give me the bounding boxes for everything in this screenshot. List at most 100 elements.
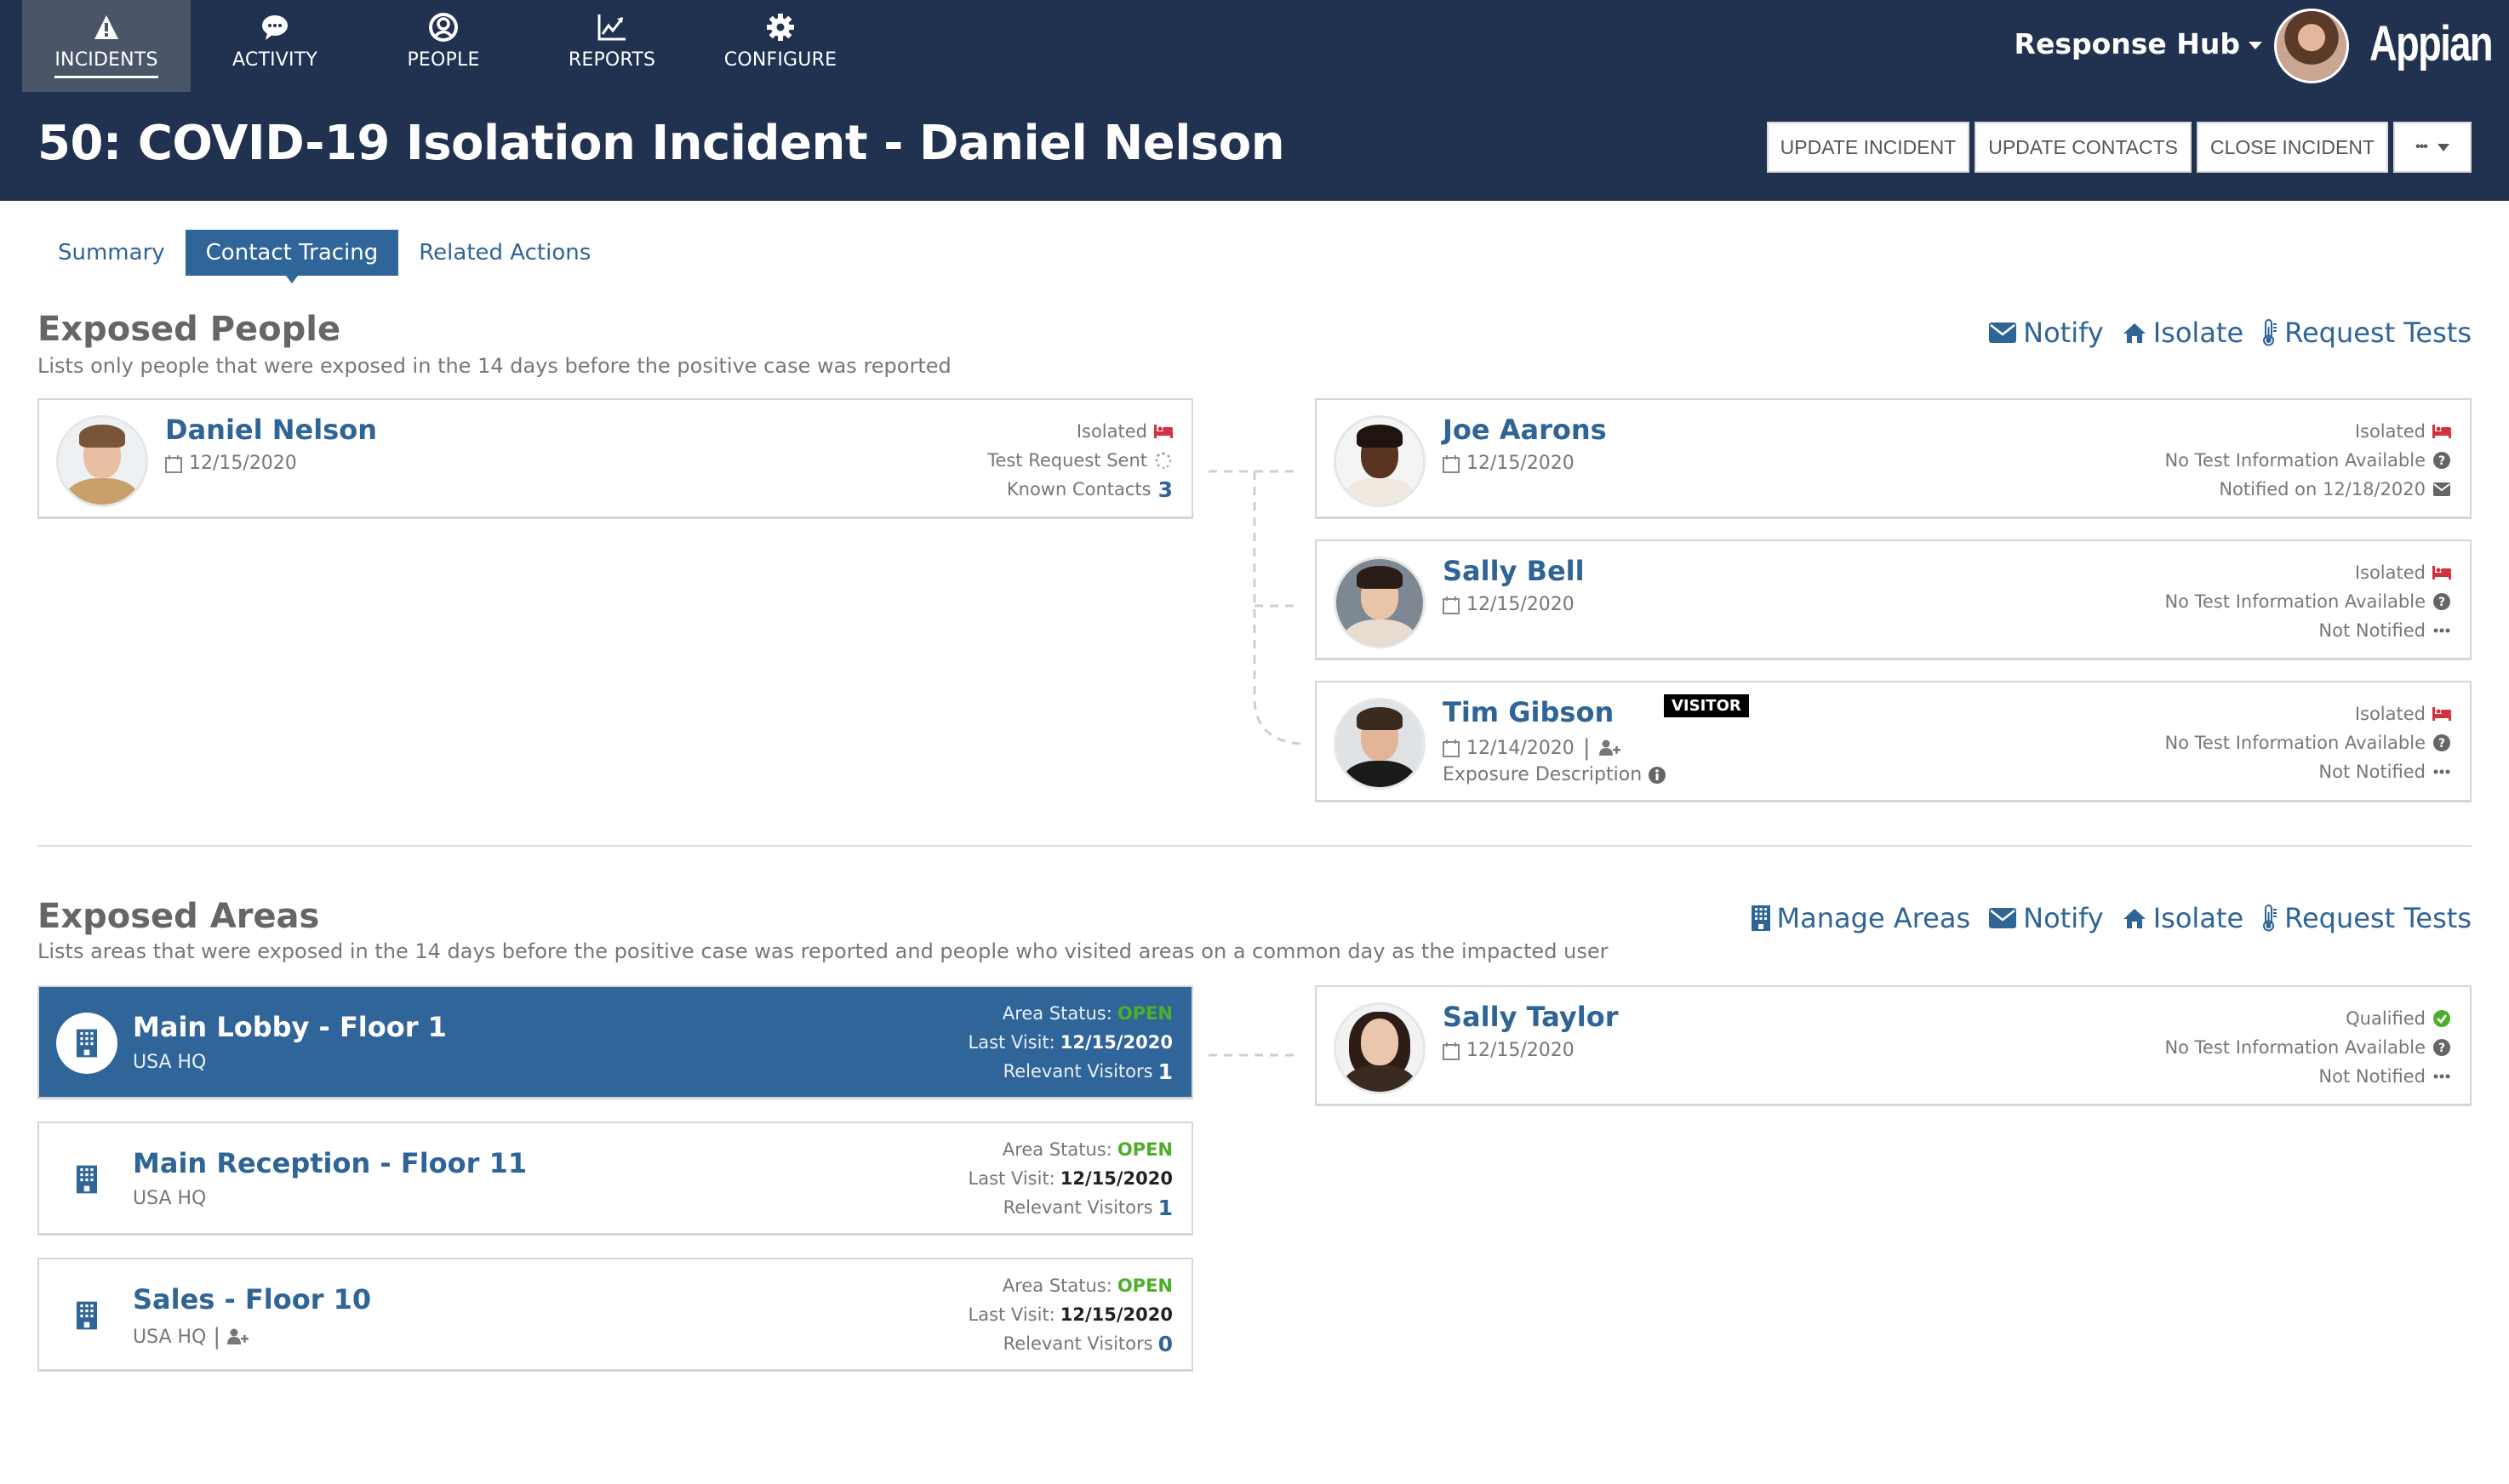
isolate-link[interactable]: Isolate	[2123, 317, 2243, 349]
nav-activity[interactable]: ACTIVITY	[191, 0, 359, 92]
area-name[interactable]: Sales - Floor 10	[133, 1283, 371, 1316]
notify-link[interactable]: Notify	[1989, 902, 2104, 934]
area-status: Area Status: OPEN	[969, 1135, 1173, 1164]
tab-contact-tracing[interactable]: Contact Tracing	[185, 230, 399, 283]
nav-incidents[interactable]: INCIDENTS	[22, 0, 191, 92]
exposed-people-title: Exposed People	[37, 310, 341, 349]
nav-label: PEOPLE	[407, 49, 480, 71]
area-name[interactable]: Main Lobby - Floor 1	[133, 1011, 447, 1043]
exposed-areas-subtitle: Lists areas that were exposed in the 14 …	[37, 939, 1609, 963]
location-text: USA HQ	[133, 1052, 207, 1073]
visitor-badge: VISITOR	[1664, 694, 1749, 717]
area-card[interactable]: Sales - Floor 10 USA HQ | Area Status: OP…	[37, 1258, 1193, 1372]
person-name[interactable]: Daniel Nelson	[165, 414, 377, 446]
person-name[interactable]: Joe Aarons	[1443, 414, 1607, 446]
known-contacts-count[interactable]: 3	[1158, 477, 1173, 502]
user-avatar[interactable]	[2274, 9, 2349, 83]
label: Relevant Visitors	[1003, 1197, 1153, 1218]
update-contacts-button[interactable]: UPDATE CONTACTS	[1975, 122, 2192, 173]
more-actions-button[interactable]: •••	[2393, 122, 2472, 173]
test-status: Test Request Sent	[987, 446, 1173, 475]
nav-people[interactable]: PEOPLE	[359, 0, 528, 92]
exposed-areas-title: Exposed Areas	[37, 897, 320, 936]
building-icon	[77, 1165, 97, 1194]
appian-logo[interactable]: Appian	[2369, 15, 2494, 72]
exposure-description-text: Exposure Description	[1443, 764, 1643, 785]
known-contacts: Known Contacts 3	[987, 475, 1173, 504]
ellipsis-icon	[2432, 627, 2451, 634]
contact-card[interactable]: Tim Gibson VISITOR 12/14/2020 | Exposure…	[1315, 681, 2472, 802]
label: Area Status:	[1002, 1003, 1112, 1024]
person-name[interactable]: Sally Taylor	[1443, 1001, 1618, 1033]
notify-status: Not Notified	[2164, 757, 2451, 786]
svg-text:?: ?	[2438, 596, 2445, 609]
visitor-card[interactable]: Sally Taylor 12/15/2020 Qualified No Tes…	[1315, 985, 2472, 1106]
index-case-card[interactable]: Daniel Nelson 12/15/2020 Isolated Test R…	[37, 398, 1193, 519]
status-text: No Test Information Available	[2164, 591, 2426, 612]
label: Area Status:	[1002, 1139, 1112, 1160]
line-chart-icon	[595, 10, 629, 44]
manage-areas-link[interactable]: Manage Areas	[1751, 902, 1970, 934]
envelope-icon	[1989, 908, 2017, 928]
notify-label: Notify	[2023, 317, 2104, 349]
calendar-icon	[1443, 739, 1460, 757]
area-status-column: Area Status: OPEN Last Visit: 12/15/2020 R…	[969, 999, 1173, 1086]
tab-summary[interactable]: Summary	[37, 230, 186, 276]
location-text: USA HQ	[133, 1326, 207, 1348]
request-tests-link[interactable]: Request Tests	[2262, 902, 2472, 934]
notify-status: Not Notified	[2164, 616, 2451, 645]
notify-link[interactable]: Notify	[1989, 317, 2104, 349]
exposure-description[interactable]: Exposure Description	[1443, 764, 1666, 785]
caret-down-icon	[2249, 42, 2262, 49]
person-name[interactable]: Tim Gibson	[1443, 696, 1614, 728]
header-actions: UPDATE INCIDENT UPDATE CONTACTS CLOSE IN…	[1766, 122, 2472, 173]
caret-down-icon	[2437, 143, 2449, 151]
exposed-areas-actions: Manage Areas Notify Isolate Request Test…	[1751, 902, 2472, 934]
area-icon	[56, 1149, 117, 1210]
status-text: Not Notified	[2318, 620, 2426, 641]
tab-bar: Summary Contact Tracing Related Actions	[37, 230, 611, 283]
update-incident-button[interactable]: UPDATE INCIDENT	[1766, 122, 1970, 173]
status-text: Notified on 12/18/2020	[2219, 479, 2426, 499]
label: Relevant Visitors	[1003, 1333, 1153, 1354]
gear-icon	[763, 10, 797, 44]
site-switcher[interactable]: Response Hub	[2015, 27, 2262, 60]
user-circle-icon	[426, 10, 460, 44]
visitors-count[interactable]: 0	[1158, 1332, 1173, 1356]
notify-label: Notify	[2023, 902, 2104, 934]
status-text: Known Contacts	[1006, 479, 1152, 499]
svg-text:?: ?	[2438, 737, 2445, 751]
area-card[interactable]: Main Lobby - Floor 1 USA HQ Area Status:…	[37, 985, 1193, 1099]
status-column: Isolated No Test Information Available ?…	[2164, 558, 2451, 645]
contact-card[interactable]: Sally Bell 12/15/2020 Isolated No Test I…	[1315, 539, 2472, 660]
status-text: Isolated	[2354, 421, 2426, 442]
avatar	[56, 415, 148, 507]
tab-related-actions[interactable]: Related Actions	[398, 230, 611, 276]
close-incident-button[interactable]: CLOSE INCIDENT	[2197, 122, 2388, 173]
date-text: 12/15/2020	[1466, 453, 1575, 474]
notify-status: Notified on 12/18/2020	[2164, 475, 2451, 504]
request-tests-link[interactable]: Request Tests	[2262, 317, 2472, 349]
isolation-status: Isolated	[2164, 699, 2451, 728]
check-circle-icon	[2432, 1010, 2451, 1027]
visitors-count[interactable]: 1	[1158, 1059, 1173, 1084]
last-visit: Last Visit: 12/15/2020	[969, 1028, 1173, 1057]
area-name[interactable]: Main Reception - Floor 11	[133, 1147, 527, 1179]
separator: |	[213, 1324, 221, 1350]
nav-configure[interactable]: CONFIGURE	[696, 0, 865, 92]
area-location: USA HQ |	[133, 1324, 249, 1350]
isolate-link[interactable]: Isolate	[2123, 902, 2243, 934]
notify-status: Not Notified	[2164, 1062, 2451, 1091]
visitors-count[interactable]: 1	[1158, 1196, 1173, 1220]
person-name[interactable]: Sally Bell	[1443, 555, 1585, 587]
user-plus-icon	[1598, 739, 1620, 756]
contact-card[interactable]: Joe Aarons 12/15/2020 Isolated No Test I…	[1315, 398, 2472, 519]
area-card[interactable]: Main Reception - Floor 11 USA HQ Area St…	[37, 1122, 1193, 1236]
isolation-status: Isolated	[987, 417, 1173, 446]
area-status-column: Area Status: OPEN Last Visit: 12/15/2020 R…	[969, 1271, 1173, 1358]
person-date: 12/15/2020	[1443, 594, 1575, 615]
area-status: Area Status: OPEN	[969, 999, 1173, 1028]
area-location: USA HQ	[133, 1188, 206, 1209]
nav-reports[interactable]: REPORTS	[528, 0, 696, 92]
question-circle-icon: ?	[2432, 734, 2451, 751]
